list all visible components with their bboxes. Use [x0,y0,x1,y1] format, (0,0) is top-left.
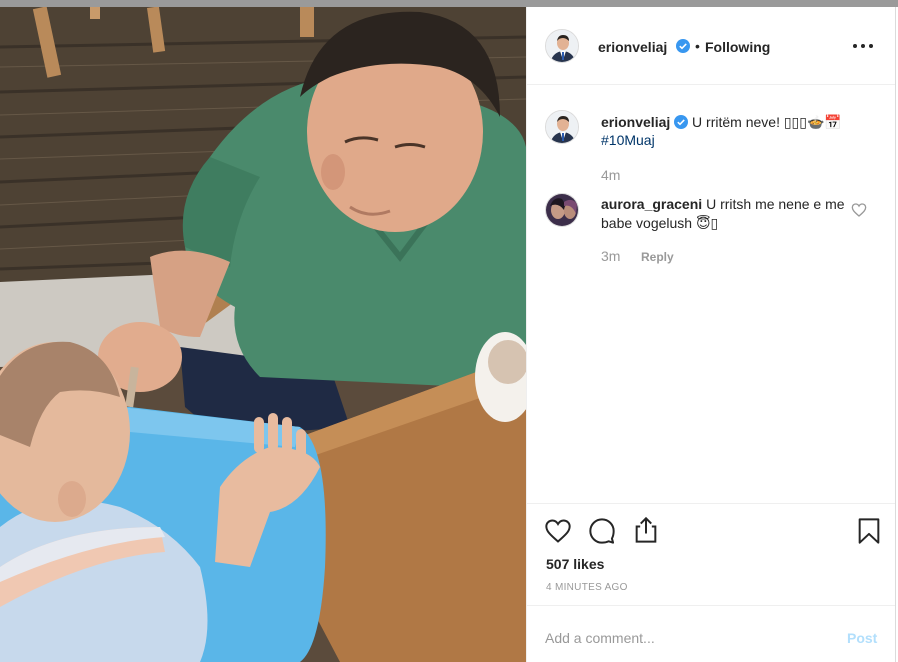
post-photo[interactable] [0,7,526,662]
post-side-panel: erionveliaj • Following erionveliaj U rr… [526,7,896,662]
heart-icon[interactable] [544,517,572,545]
comment-icon[interactable] [588,517,616,545]
author-avatar[interactable] [545,29,579,63]
bookmark-icon[interactable] [855,517,883,545]
likes-count[interactable]: 507 likes [546,556,604,572]
commenter-avatar[interactable] [545,193,579,227]
post-comment-button[interactable]: Post [847,630,877,646]
comment-input[interactable] [545,628,825,648]
verified-icon [674,115,689,129]
comment-heart-icon[interactable] [851,202,867,218]
header-separator: • [695,38,700,54]
comment-timestamp[interactable]: 4m [601,167,620,183]
post-header: erionveliaj • Following [527,7,896,85]
comment-username[interactable]: erionveliaj [601,114,670,130]
hashtag-link[interactable]: #10Muaj [601,132,655,148]
browser-top-strip [0,0,898,7]
photo-illustration [0,7,526,662]
share-icon[interactable] [632,516,660,544]
following-button[interactable]: Following [705,39,770,55]
author-username[interactable]: erionveliaj [598,39,667,55]
add-comment-bar: Post [527,605,896,662]
comment-body: U rritëm neve! ▯▯▯🍲📅 [692,114,842,130]
post-actions: 507 likes 4 MINUTES AGO [527,503,896,605]
comments-list: erionveliaj U rritëm neve! ▯▯▯🍲📅 #10Muaj… [527,86,896,502]
comment-text: aurora_graceni U rritsh me nene e me bab… [601,195,846,233]
commenter-avatar[interactable] [545,110,579,144]
reply-button[interactable]: Reply [641,250,674,264]
more-options-icon[interactable] [849,35,877,57]
comment-timestamp[interactable]: 3m [601,248,620,264]
post-timestamp[interactable]: 4 MINUTES AGO [546,582,628,593]
comment-username[interactable]: aurora_graceni [601,196,702,212]
verified-icon [676,39,690,53]
comment-text: erionveliaj U rritëm neve! ▯▯▯🍲📅 #10Muaj [601,113,871,149]
